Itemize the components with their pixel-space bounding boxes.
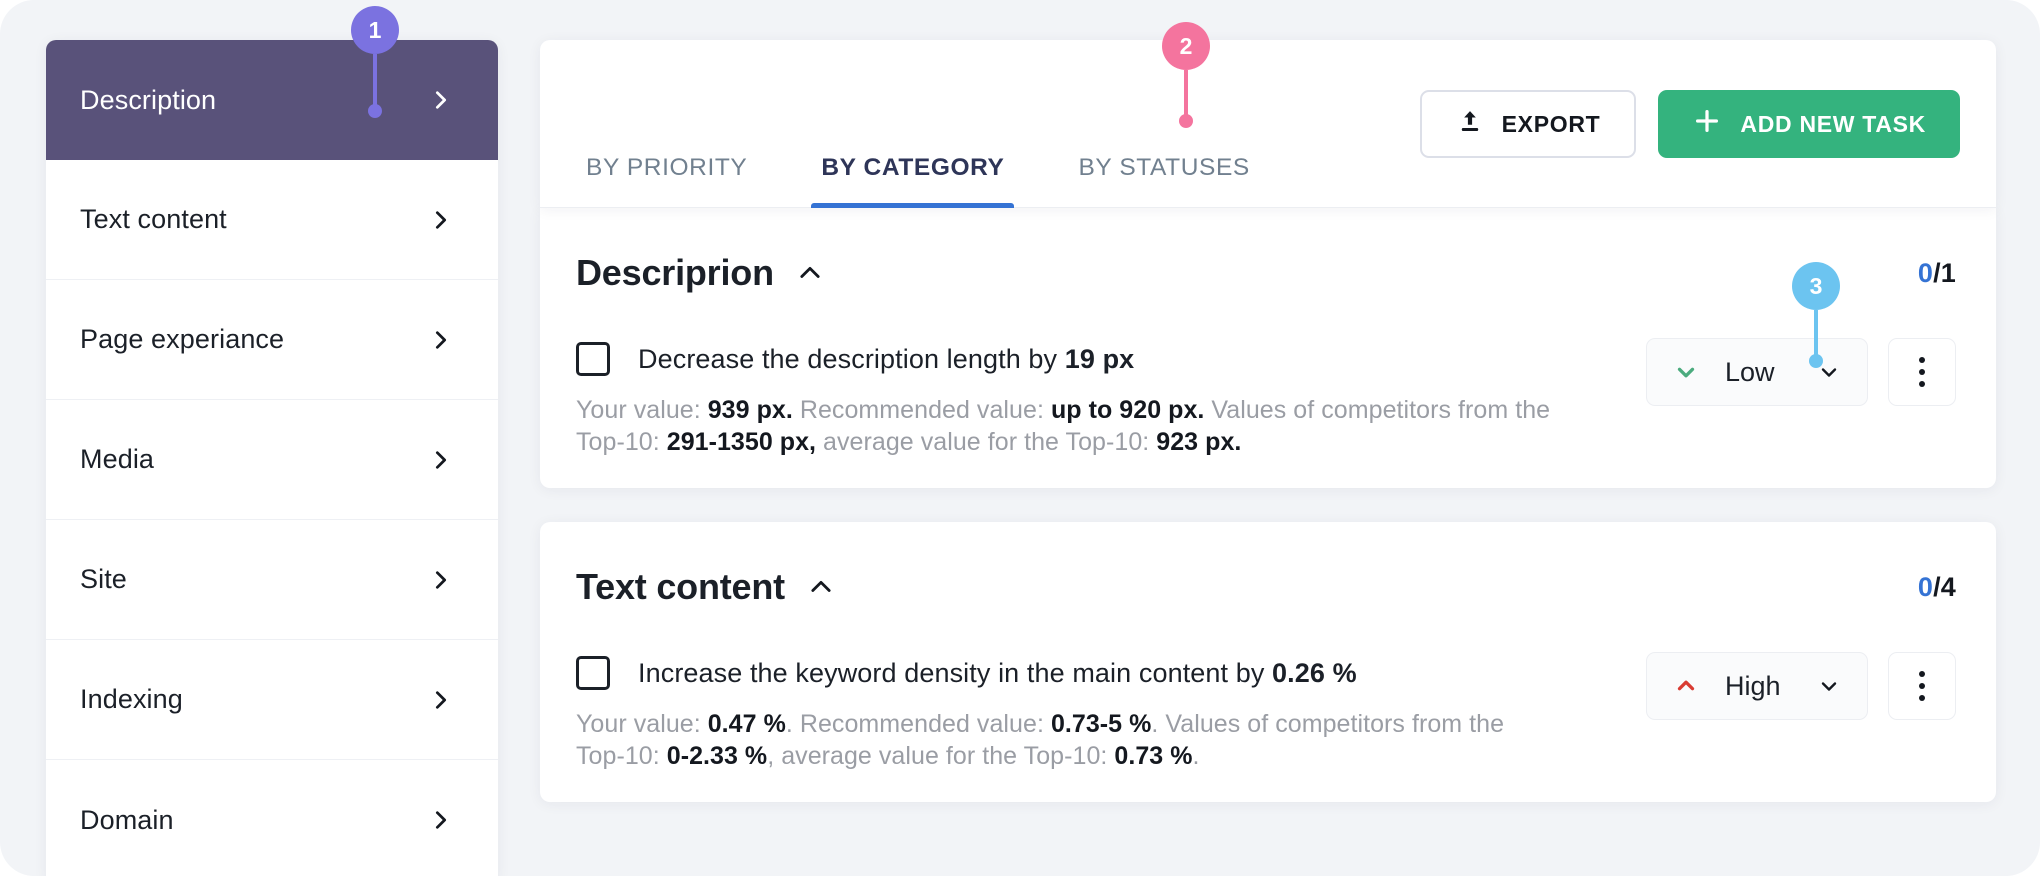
sidebar-item-domain[interactable]: Domain [46,760,498,876]
section-descriprion: Descriprion 0/1 Decrease the description… [540,208,1996,488]
kebab-dot [1919,369,1925,375]
task-title-text: Decrease the description length by [638,343,1065,374]
toolbar-actions: EXPORT ADD NEW TASK [1419,90,1960,158]
chevron-up-icon[interactable] [807,573,835,601]
app-root: Description Text content Page experiance… [0,0,2040,876]
chevron-right-icon[interactable] [430,809,452,831]
sidebar-item-description[interactable]: Description [46,40,498,160]
chevron-up-icon[interactable] [796,259,824,287]
section-header: Text content 0/4 [540,522,1996,638]
task-title: Decrease the description length by 19 px [638,344,1134,375]
kebab-menu-icon[interactable] [1888,652,1956,720]
sidebar-item-label: Description [80,84,217,115]
task-content: Increase the keyword density in the main… [576,646,1646,772]
task-content: Decrease the description length by 19 px… [576,332,1646,458]
export-button-label: EXPORT [1501,110,1601,137]
plus-icon [1692,106,1722,142]
sidebar-item-media[interactable]: Media [46,400,498,520]
task-description: Your value: 0.47 %. Recommended value: 0… [576,710,1505,770]
task-actions: Low [1646,332,1956,406]
task-description: Your value: 939 px. Recommended value: u… [576,396,1551,456]
task-actions: High [1646,646,1956,720]
sidebar-item-page-experiance[interactable]: Page experiance [46,280,498,400]
kebab-dot [1919,381,1925,387]
tab-by-category[interactable]: BY CATEGORY [811,155,1015,209]
section-counter: 0/1 [1918,258,1956,289]
sidebar-item-label: Site [80,564,127,594]
sidebar-item-text-content[interactable]: Text content [46,160,498,280]
add-new-task-button[interactable]: ADD NEW TASK [1658,90,1960,158]
chevron-right-icon[interactable] [430,89,452,111]
sidebar-item-label: Page experiance [80,324,285,354]
tab-by-priority[interactable]: BY PRIORITY [576,155,757,209]
upload-icon [1456,107,1484,141]
task-checkbox[interactable] [576,656,610,690]
task-title: Increase the keyword density in the main… [638,658,1357,689]
task-title-value: 19 px [1064,343,1135,374]
task-title-row: Increase the keyword density in the main… [576,656,1646,690]
section-header: Descriprion 0/1 [540,208,1996,324]
chevron-right-icon[interactable] [430,329,452,351]
chevron-right-icon[interactable] [430,569,452,591]
main-content: BY PRIORITY BY CATEGORY BY STATUSES EXPO… [540,40,1996,802]
priority-value: Low [1725,356,1775,387]
task-checkbox[interactable] [576,342,610,376]
toolbar: BY PRIORITY BY CATEGORY BY STATUSES EXPO… [540,40,1996,208]
sidebar-item-site[interactable]: Site [46,520,498,640]
chevron-up-icon [1673,673,1699,699]
kebab-dot [1919,695,1925,701]
sidebar-item-label: Domain [80,804,174,835]
sidebar-item-label: Text content [80,204,227,234]
section-title: Descriprion [576,252,774,293]
sidebar: Description Text content Page experiance… [46,40,498,876]
task-title-text: Increase the keyword density in the main… [638,657,1273,688]
section-counter: 0/4 [1918,572,1956,603]
chevron-down-icon[interactable] [1817,674,1841,698]
kebab-menu-icon[interactable] [1888,338,1956,406]
sidebar-item-label: Media [80,444,155,474]
tab-by-statuses[interactable]: BY STATUSES [1068,155,1259,209]
section-counter-done: 0 [1917,257,1934,288]
kebab-dot [1919,683,1925,689]
sidebar-item-indexing[interactable]: Indexing [46,640,498,760]
export-button[interactable]: EXPORT [1419,90,1637,158]
chevron-right-icon[interactable] [430,689,452,711]
task-row: Increase the keyword density in the main… [540,638,1996,772]
priority-value: High [1725,670,1781,701]
task-row: Decrease the description length by 19 px… [540,324,1996,458]
add-new-task-button-label: ADD NEW TASK [1740,110,1926,137]
task-title-value: 0.26 % [1272,657,1357,688]
chevron-right-icon[interactable] [430,209,452,231]
tab-bar: BY PRIORITY BY CATEGORY BY STATUSES [576,40,1314,208]
section-counter-total: /4 [1933,571,1956,602]
section-counter-done: 0 [1917,571,1934,602]
section-counter-total: /1 [1933,257,1956,288]
chevron-right-icon[interactable] [430,449,452,471]
kebab-dot [1919,671,1925,677]
sidebar-item-label: Indexing [80,684,183,714]
kebab-dot [1919,357,1925,363]
task-title-row: Decrease the description length by 19 px [576,342,1646,376]
chevron-down-icon [1673,359,1699,385]
section-title: Text content [576,566,785,607]
chevron-down-icon[interactable] [1817,360,1841,384]
priority-dropdown-low[interactable]: Low [1646,338,1868,406]
priority-dropdown-high[interactable]: High [1646,652,1868,720]
section-text-content: Text content 0/4 Increase the keyword de… [540,522,1996,802]
